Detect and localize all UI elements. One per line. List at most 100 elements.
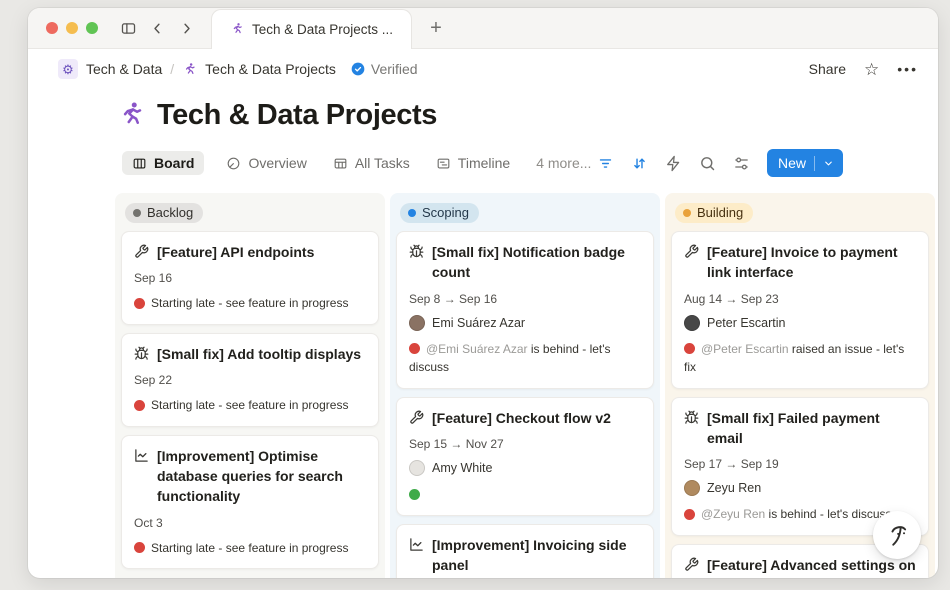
new-tab-button[interactable]: + xyxy=(430,18,442,38)
column-name: Building xyxy=(697,205,743,220)
app-window: Tech & Data Projects ... + ⚙ Tech & Data… xyxy=(28,8,938,578)
task-card[interactable]: [Improvement] Optimise database queries … xyxy=(121,435,379,569)
task-title: [Feature] Invoice to payment link interf… xyxy=(707,242,916,283)
new-button[interactable]: New xyxy=(767,149,843,177)
task-assignee: Peter Escartin xyxy=(684,315,916,331)
breadcrumb-page[interactable]: Tech & Data Projects xyxy=(205,61,336,77)
column-name: Scoping xyxy=(422,205,469,220)
task-type-icon xyxy=(684,410,699,425)
status-mention: @Emi Suárez Azar xyxy=(426,342,531,356)
task-card[interactable]: [Feature] Invoice to payment link interf… xyxy=(671,231,929,389)
task-card[interactable]: [Small fix] Add tooltip displays Sep 22 … xyxy=(121,333,379,427)
tab-all-tasks[interactable]: All Tasks xyxy=(329,151,414,175)
status-dot-icon xyxy=(134,400,145,411)
task-card[interactable]: [Improvement] Invoicing side panel xyxy=(396,524,654,578)
tab-overview[interactable]: Overview xyxy=(222,151,310,175)
card-list: [Feature] API endpoints Sep 16 Starting … xyxy=(121,231,379,569)
task-type-icon xyxy=(134,244,149,259)
task-date: Aug 14 → Sep 23 xyxy=(684,292,916,306)
task-type-icon xyxy=(684,244,699,259)
tab-board[interactable]: Board xyxy=(122,151,204,175)
status-mention: @Zeyu Ren xyxy=(701,507,769,521)
column-status-pill[interactable]: Backlog xyxy=(125,203,203,223)
task-status: Starting late - see feature in progress xyxy=(134,539,366,558)
assignee-name: Amy White xyxy=(432,461,492,475)
sidebar-toggle-icon[interactable] xyxy=(120,20,137,37)
column-header: Scoping xyxy=(396,199,654,231)
task-type-icon xyxy=(409,410,424,425)
minimize-window-button[interactable] xyxy=(66,22,78,34)
column-header: Backlog xyxy=(121,199,379,231)
task-status: Starting late - see feature in progress xyxy=(134,294,366,313)
tab-timeline[interactable]: Timeline xyxy=(432,151,514,175)
search-icon[interactable] xyxy=(699,155,716,172)
status-dot-icon xyxy=(134,298,145,309)
forward-icon[interactable] xyxy=(178,20,195,37)
tab-title: Tech & Data Projects ... xyxy=(252,22,393,37)
close-window-button[interactable] xyxy=(46,22,58,34)
chevron-down-icon[interactable] xyxy=(823,158,834,169)
page-icon-runner xyxy=(116,100,146,130)
sort-icon[interactable] xyxy=(631,155,648,172)
task-status: @Emi Suárez Azar is behind - let's discu… xyxy=(409,340,641,377)
column-status-pill[interactable]: Building xyxy=(675,203,753,223)
status-text: Starting late - see feature in progress xyxy=(151,398,348,412)
task-status: @Peter Escartin raised an issue - let's … xyxy=(684,340,916,377)
task-title: [Feature] Advanced settings on partial i… xyxy=(707,555,916,578)
view-settings-icon[interactable] xyxy=(733,155,750,172)
task-date: Oct 3 xyxy=(134,516,366,530)
board-view-icon xyxy=(132,156,147,171)
ai-face-icon xyxy=(884,522,911,549)
task-date: Sep 17 → Sep 19 xyxy=(684,457,916,471)
task-type-icon xyxy=(409,537,424,552)
notion-ai-button[interactable] xyxy=(873,511,921,559)
status-dot-icon xyxy=(408,209,416,217)
card-list: [Small fix] Notification badge count Sep… xyxy=(396,231,654,578)
assignee-name: Zeyu Ren xyxy=(707,481,761,495)
automation-bolt-icon[interactable] xyxy=(665,155,682,172)
task-date: Sep 8 → Sep 16 xyxy=(409,292,641,306)
column-header: Building xyxy=(671,199,929,231)
status-mention: @Peter Escartin xyxy=(701,342,792,356)
breadcrumb-separator: / xyxy=(170,61,174,77)
task-card[interactable]: [Feature] Checkout flow v2 Sep 15 → Nov … xyxy=(396,397,654,516)
breadcrumb-workspace[interactable]: Tech & Data xyxy=(86,61,162,77)
view-tabs: Board Overview All Tasks Timeline 4 more… xyxy=(28,147,938,179)
verified-badge: Verified xyxy=(350,61,418,77)
task-card[interactable]: [Small fix] Notification badge count Sep… xyxy=(396,231,654,389)
task-status: Starting late - see feature in progress xyxy=(134,396,366,415)
task-title: [Improvement] Optimise database queries … xyxy=(157,446,366,507)
button-divider xyxy=(814,156,815,171)
task-title: [Small fix] Failed payment email xyxy=(707,408,916,449)
more-options-icon[interactable]: ••• xyxy=(897,61,918,77)
more-views-button[interactable]: 4 more... xyxy=(532,151,595,175)
task-card[interactable]: [Feature] API endpoints Sep 16 Starting … xyxy=(121,231,379,325)
status-text: is behind - let's discuss xyxy=(769,507,892,521)
task-date: Sep 22 xyxy=(134,373,366,387)
task-title: [Feature] Checkout flow v2 xyxy=(432,408,611,428)
task-title: [Small fix] Notification badge count xyxy=(432,242,641,283)
share-button[interactable]: Share xyxy=(809,61,846,77)
workspace-gear-icon[interactable]: ⚙ xyxy=(58,59,78,79)
task-title: [Feature] API endpoints xyxy=(157,242,314,262)
status-text: Starting late - see feature in progress xyxy=(151,541,348,555)
board: Backlog [Feature] API endpoints Sep 16 S… xyxy=(28,193,938,578)
status-dot-icon xyxy=(133,209,141,217)
column-name: Backlog xyxy=(147,205,193,220)
task-title: [Small fix] Add tooltip displays xyxy=(157,344,361,364)
task-assignee: Amy White xyxy=(409,460,641,476)
active-tab[interactable]: Tech & Data Projects ... xyxy=(211,9,412,49)
verified-check-icon xyxy=(350,61,366,77)
status-text: Starting late - see feature in progress xyxy=(151,296,348,310)
favorite-star-icon[interactable]: ☆ xyxy=(864,61,879,78)
zoom-window-button[interactable] xyxy=(86,22,98,34)
column-status-pill[interactable]: Scoping xyxy=(400,203,479,223)
assignee-name: Peter Escartin xyxy=(707,316,786,330)
timeline-view-icon xyxy=(436,156,451,171)
back-icon[interactable] xyxy=(149,20,166,37)
board-column: Scoping [Small fix] Notification badge c… xyxy=(390,193,660,578)
task-title: [Improvement] Invoicing side panel xyxy=(432,535,641,576)
table-view-icon xyxy=(333,156,348,171)
status-dot-icon xyxy=(134,542,145,553)
filter-icon[interactable] xyxy=(597,155,614,172)
